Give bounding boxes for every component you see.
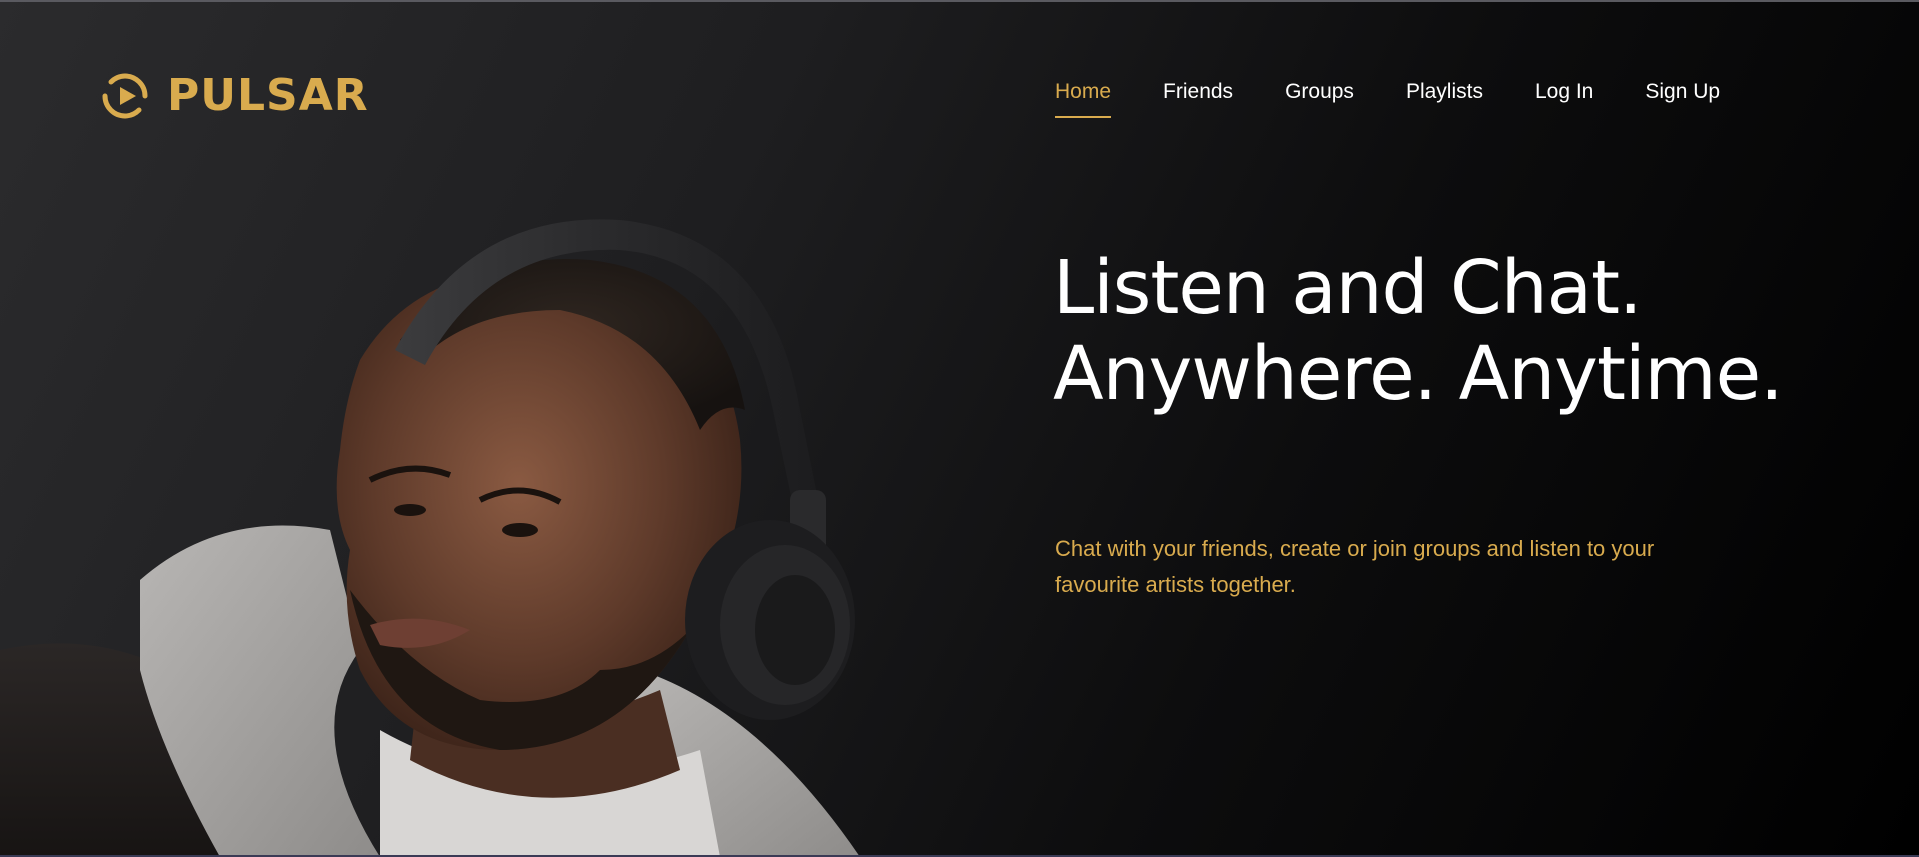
landing-page: PULSAR Home Friends Groups Playlists Log… — [0, 0, 1919, 857]
hero-subtext: Chat with your friends, create or join g… — [1055, 536, 1655, 597]
nav-friends[interactable]: Friends — [1163, 80, 1233, 118]
nav-playlists[interactable]: Playlists — [1406, 80, 1483, 118]
brand-name: PULSAR — [167, 70, 369, 121]
hero-headline-line-2: Anywhere. Anytime. — [1053, 331, 1784, 417]
hero-headline: Listen and Chat. Anywhere. Anytime. — [1053, 245, 1784, 417]
nav-home[interactable]: Home — [1055, 80, 1112, 118]
nav-groups[interactable]: Groups — [1285, 80, 1354, 118]
hero-photo-man-with-headphones — [0, 219, 860, 857]
nav-log-in[interactable]: Log In — [1535, 80, 1593, 118]
nav-sign-up[interactable]: Sign Up — [1645, 80, 1720, 118]
main-nav: Home Friends Groups Playlists Log In Sig… — [1055, 80, 1720, 118]
hero-headline-line-1: Listen and Chat. — [1053, 245, 1643, 331]
top-border — [0, 0, 1919, 2]
play-circle-logo-icon — [102, 73, 148, 119]
brand-logo[interactable]: PULSAR — [101, 72, 369, 120]
